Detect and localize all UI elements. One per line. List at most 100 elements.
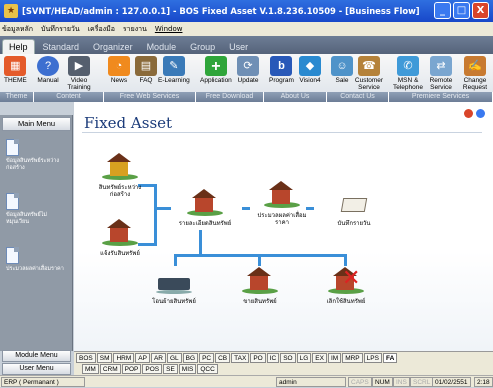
elearning-button[interactable]: ✎ E-Learning [158, 56, 190, 84]
user-tab-qcc[interactable]: QCC [197, 364, 218, 374]
msn-icon: ✆ [397, 56, 419, 76]
document-icon [6, 247, 19, 264]
user-tab-se[interactable]: SE [163, 364, 178, 374]
ribbon-group-labels: Theme Content Free Web Services Free Dow… [0, 92, 493, 102]
refresh-panel-icon[interactable] [476, 109, 485, 118]
theme-icon: ▦ [4, 56, 27, 76]
status-ins: INS [393, 377, 410, 387]
group-free-download: Free Download [196, 92, 264, 102]
sidebar-item-noncurrent-assets[interactable]: ข้อมูลสินทรัพย์ไม่หมุนเวียน [6, 193, 68, 225]
vision4-button[interactable]: ◆ Vision4 [299, 56, 321, 84]
flow-connector [154, 184, 157, 246]
flow-connector [344, 254, 347, 266]
tab-module[interactable]: Module [141, 40, 183, 54]
theme-button[interactable]: ▦ THEME [4, 56, 27, 84]
node-asset-receipt[interactable]: แจ้งรับสินทรัพย์ [96, 219, 144, 257]
tab-standard[interactable]: Standard [37, 40, 86, 54]
program-button[interactable]: b Program [269, 56, 294, 84]
close-panel-icon[interactable] [464, 109, 473, 118]
disposal-house-icon: ✕ [328, 267, 364, 296]
handover-house-icon [102, 219, 138, 248]
module-tab-ic[interactable]: IC [266, 352, 280, 363]
module-tab-so[interactable]: SO [280, 352, 296, 363]
manual-button[interactable]: ? Manual [37, 56, 59, 84]
sale-house-icon [242, 267, 278, 296]
user-menu-button[interactable]: User Menu [2, 363, 71, 375]
update-icon: ⟳ [237, 56, 259, 76]
faq-button[interactable]: ▤ FAQ [135, 56, 157, 84]
maximize-button[interactable]: □ [453, 2, 470, 19]
module-tab-ap[interactable]: AP [135, 352, 150, 363]
document-icon [6, 139, 19, 156]
module-tab-im[interactable]: IM [327, 352, 342, 363]
node-asset-transfer[interactable]: โอนย้ายสินทรัพย์ [140, 268, 208, 305]
depreciation-house-icon [264, 181, 300, 210]
user-tab-pop[interactable]: POP [121, 364, 142, 374]
group-premiere-services: Premiere Services [389, 92, 493, 102]
page-title: Fixed Asset [84, 114, 173, 132]
module-tab-hrm[interactable]: HRM [113, 352, 135, 363]
main-menu-header[interactable]: Main Menu [2, 117, 71, 131]
module-tab-cb[interactable]: CB [215, 352, 231, 363]
module-tab-gl[interactable]: GL [167, 352, 182, 363]
video-icon: ▶ [68, 56, 90, 76]
node-asset-sale[interactable]: ขายสินทรัพย์ [230, 267, 290, 305]
module-tab-po[interactable]: PO [250, 352, 266, 363]
menu-daily-entry[interactable]: บันทึกรายวัน [41, 24, 80, 35]
user-tab-mm[interactable]: MM [82, 364, 99, 374]
group-contact-us: Contact Us [327, 92, 389, 102]
module-tab-sm[interactable]: SM [96, 352, 113, 363]
module-tab-mrp[interactable]: MRP [342, 352, 363, 363]
tab-help[interactable]: Help [2, 39, 35, 54]
news-button[interactable]: ◔ News [108, 56, 130, 84]
sidebar-top-gap [0, 102, 74, 115]
customer-service-button[interactable]: ☎ Customer Service [352, 56, 386, 91]
msn-telephone-button[interactable]: ✆ MSN & Telephone [391, 56, 425, 91]
module-tab-lg[interactable]: LG [296, 352, 312, 363]
flow-connector [242, 207, 250, 210]
change-request-button[interactable]: ✍ Change Request [458, 56, 492, 91]
status-scrl: SCRL [410, 377, 434, 387]
menu-window[interactable]: Window [155, 25, 183, 33]
application-button[interactable]: + Application [200, 56, 232, 84]
module-menu-button[interactable]: Module Menu [2, 350, 71, 362]
flow-connector [258, 254, 261, 266]
menu-reports[interactable]: รายงาน [123, 24, 147, 35]
sale-button[interactable]: ☺ Sale [331, 56, 353, 84]
tab-user[interactable]: User [223, 40, 254, 54]
update-button[interactable]: ⟳ Update [237, 56, 259, 84]
menu-master-data[interactable]: ข้อมูลหลัก [2, 24, 33, 35]
sidebar-item-construction-assets[interactable]: ข้อมูลสินทรัพย์ระหว่างก่อสร้าง [6, 139, 68, 171]
module-tab-ex[interactable]: EX [312, 352, 327, 363]
node-asset-disposal[interactable]: ✕ เลิกใช้สินทรัพย์ [314, 267, 378, 305]
user-tab-pos[interactable]: POS [142, 364, 163, 374]
node-depreciation[interactable]: ประมวลผลค่าเสื่อมราคา [256, 181, 308, 226]
user-tab-crm[interactable]: CRM [99, 364, 121, 374]
flow-connector [174, 254, 177, 266]
module-tab-fa[interactable]: FA [382, 352, 398, 363]
module-tab-bos[interactable]: BOS [76, 352, 96, 363]
video-training-button[interactable]: ▶ Video Training [64, 56, 94, 91]
tab-group[interactable]: Group [184, 40, 221, 54]
faq-icon: ▤ [135, 56, 157, 76]
minimize-button[interactable]: _ [434, 2, 451, 19]
menu-tools[interactable]: เครื่องมือ [88, 24, 115, 35]
node-daily-journal[interactable]: บันทึกรายวัน [324, 190, 384, 227]
node-asset-details[interactable]: รายละเอียดสินทรัพย์ [169, 189, 241, 227]
user-tab-mis[interactable]: MIS [178, 364, 197, 374]
remote-service-button[interactable]: ⇄ Remote Service [425, 56, 457, 91]
tab-organizer[interactable]: Organizer [87, 40, 139, 54]
module-tab-ar[interactable]: AR [150, 352, 166, 363]
sidebar-item-depreciation[interactable]: ประมวลผลค่าเสื่อมราคา [6, 247, 68, 273]
status-caps: CAPS [348, 377, 372, 387]
asset-house-icon [187, 189, 223, 218]
close-button[interactable]: X [472, 2, 489, 19]
module-tab-tax[interactable]: TAX [231, 352, 250, 363]
business-flow-panel: Fixed Asset สินทรัพย์ระหว่างก่อสร้าง แจ้… [74, 102, 493, 351]
module-tab-lps[interactable]: LPS [363, 352, 382, 363]
module-tab-pc[interactable]: PC [199, 352, 215, 363]
sidebar: Main Menu ข้อมูลสินทรัพย์ระหว่างก่อสร้าง… [0, 115, 73, 351]
program-icon: b [270, 56, 293, 76]
node-construction-assets[interactable]: สินทรัพย์ระหว่างก่อสร้าง [96, 153, 144, 198]
module-tab-bg[interactable]: BG [182, 352, 199, 363]
